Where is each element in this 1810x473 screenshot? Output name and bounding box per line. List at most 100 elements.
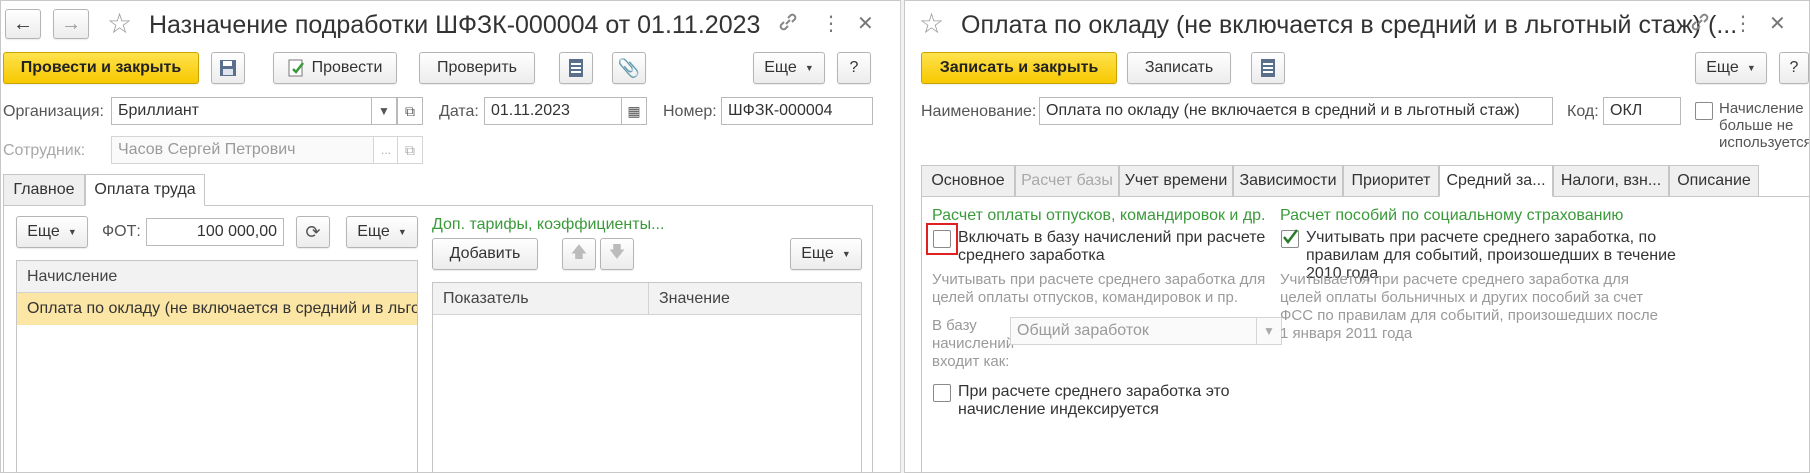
accrual-grid: Начисление Оплата по окладу (не включает…	[16, 260, 418, 472]
base-type-field: Общий заработок	[1010, 317, 1282, 345]
calendar-button[interactable]: ▦	[621, 97, 647, 125]
date-field[interactable]: 01.11.2023	[484, 97, 624, 125]
employee-label: Сотрудник:	[3, 142, 86, 159]
report-icon	[569, 59, 583, 77]
back-button[interactable]: ←	[5, 9, 41, 39]
help-button[interactable]: ?	[837, 52, 871, 84]
highlight-frame	[926, 223, 958, 255]
employee-open-button: ⧉	[397, 136, 423, 164]
tab-description[interactable]: Описание	[1669, 165, 1759, 197]
average-panel: Расчет оплаты отпусков, командировок и д…	[921, 196, 1809, 472]
close-icon[interactable]: ✕	[1769, 11, 1786, 36]
name-label: Наименование:	[921, 103, 1037, 120]
org-dropdown-button[interactable]: ▼	[371, 97, 397, 125]
indicator-column-header: Показатель	[433, 283, 649, 314]
dropdown-arrow-icon: ▼	[67, 227, 77, 237]
pay-more-button[interactable]: Еще ▼	[16, 216, 88, 248]
chevron-down-icon: ▼	[378, 104, 390, 118]
extra-more-button[interactable]: Еще ▼	[790, 238, 862, 270]
arrow-right-icon: →	[61, 12, 81, 35]
more-vertical-icon[interactable]: ⋮	[821, 11, 841, 36]
post-label: Провести	[311, 59, 383, 76]
save-close-button[interactable]: Записать и закрыть	[921, 52, 1117, 84]
more-label: Еще	[27, 223, 60, 240]
open-icon: ⧉	[405, 102, 415, 119]
open-icon: ⧉	[405, 141, 415, 158]
table-row[interactable]: Оплата по окладу (не включается в средни…	[17, 293, 417, 325]
dropdown-arrow-icon: ▼	[397, 227, 407, 237]
org-open-button[interactable]: ⧉	[397, 97, 423, 125]
tab-main[interactable]: Главное	[3, 174, 85, 206]
tab-base-calc[interactable]: Расчет базы	[1015, 165, 1119, 197]
arrow-left-icon: ←	[13, 12, 33, 35]
payment-panel: Еще ▼ ФОТ: 100 000,00 ⟳ Еще ▼ Начисление О…	[3, 205, 873, 472]
help-button[interactable]: ?	[1779, 52, 1809, 84]
tab-main[interactable]: Основное	[921, 165, 1015, 197]
check-button[interactable]: Проверить	[419, 52, 535, 84]
tab-average[interactable]: Средний за...	[1439, 165, 1553, 197]
code-field[interactable]: ОКЛ	[1603, 97, 1681, 125]
link-icon[interactable]	[777, 11, 799, 39]
report-button[interactable]	[559, 52, 593, 84]
save-button[interactable]: Записать	[1127, 52, 1231, 84]
forward-button[interactable]: →	[53, 9, 89, 39]
name-field[interactable]: Оплата по окладу (не включается в средни…	[1039, 97, 1553, 125]
social-section-header: Расчет пособий по социальному страховани…	[1280, 207, 1624, 224]
unused-label: Начисление больше не используется	[1719, 100, 1810, 151]
include-base-label: Включать в базу начислений при расчете с…	[958, 229, 1266, 264]
social-checkbox[interactable]	[1281, 229, 1299, 248]
more-label: Еще	[357, 223, 390, 240]
post-button[interactable]: Провести	[273, 52, 397, 84]
more-button[interactable]: Еще ▼	[1695, 52, 1767, 84]
post-close-button[interactable]: Провести и закрыть	[3, 52, 199, 84]
grid-header: Показатель Значение	[433, 283, 861, 315]
fot-field[interactable]: 100 000,00	[146, 218, 284, 246]
tab-dependencies[interactable]: Зависимости	[1233, 165, 1343, 197]
page-title: Оплата по окладу (не включается в средни…	[961, 11, 1738, 39]
page-title: Назначение подработки ШФЗК-000004 от 01.…	[149, 11, 761, 39]
number-label: Номер:	[663, 103, 717, 120]
pay-more2-button[interactable]: Еще ▼	[346, 216, 418, 248]
tab-priority[interactable]: Приоритет	[1343, 165, 1439, 197]
star-icon[interactable]: ☆	[919, 7, 944, 40]
attach-button[interactable]: 📎	[612, 52, 646, 84]
more-label: Еще	[801, 245, 834, 262]
more-button[interactable]: Еще ▼	[753, 52, 825, 84]
save-button[interactable]	[211, 52, 245, 84]
move-down-button[interactable]: 🡇	[600, 238, 634, 270]
number-field[interactable]: ШФЗК-000004	[721, 97, 873, 125]
indexed-checkbox[interactable]	[933, 384, 951, 402]
more-vertical-icon[interactable]: ⋮	[1733, 11, 1753, 36]
extra-tariffs-header: Доп. тарифы, коэффициенты...	[432, 216, 665, 233]
arrow-down-icon: 🡇	[608, 243, 626, 261]
employee-field: Часов Сергей Петрович	[111, 136, 375, 164]
close-icon[interactable]: ✕	[857, 11, 874, 36]
chevron-down-icon: ▼	[1263, 324, 1275, 338]
report-button[interactable]	[1251, 52, 1285, 84]
more-label: Еще	[1706, 59, 1739, 76]
base-type-dropdown: ▼	[1256, 317, 1282, 345]
org-label: Организация:	[3, 103, 104, 120]
report-icon	[1261, 59, 1275, 77]
org-field[interactable]: Бриллиант	[111, 97, 381, 125]
move-up-button[interactable]: 🡅	[562, 238, 596, 270]
dropdown-arrow-icon: ▼	[1746, 63, 1756, 73]
tab-taxes[interactable]: Налоги, взн...	[1553, 165, 1669, 197]
more-label: Еще	[764, 59, 797, 76]
refresh-button[interactable]: ⟳	[296, 216, 330, 248]
left-window: ← → ☆ Назначение подработки ШФЗК-000004 …	[0, 0, 904, 473]
tab-payment[interactable]: Оплата труда	[85, 174, 205, 206]
add-button[interactable]: Добавить	[432, 238, 538, 270]
date-label: Дата:	[439, 103, 479, 120]
code-label: Код:	[1567, 103, 1599, 120]
dropdown-arrow-icon: ▼	[841, 249, 851, 259]
paperclip-icon: 📎	[617, 57, 641, 78]
unused-checkbox[interactable]	[1695, 102, 1713, 120]
checkmark-icon	[1283, 229, 1298, 245]
star-icon[interactable]: ☆	[107, 7, 132, 40]
value-column-header: Значение	[659, 290, 730, 307]
accrual-column-header: Начисление	[27, 268, 118, 285]
link-icon[interactable]	[1689, 11, 1711, 39]
include-base-hint: Учитывать при расчете среднего заработка…	[932, 271, 1266, 306]
tab-time-account[interactable]: Учет времени	[1119, 165, 1233, 197]
